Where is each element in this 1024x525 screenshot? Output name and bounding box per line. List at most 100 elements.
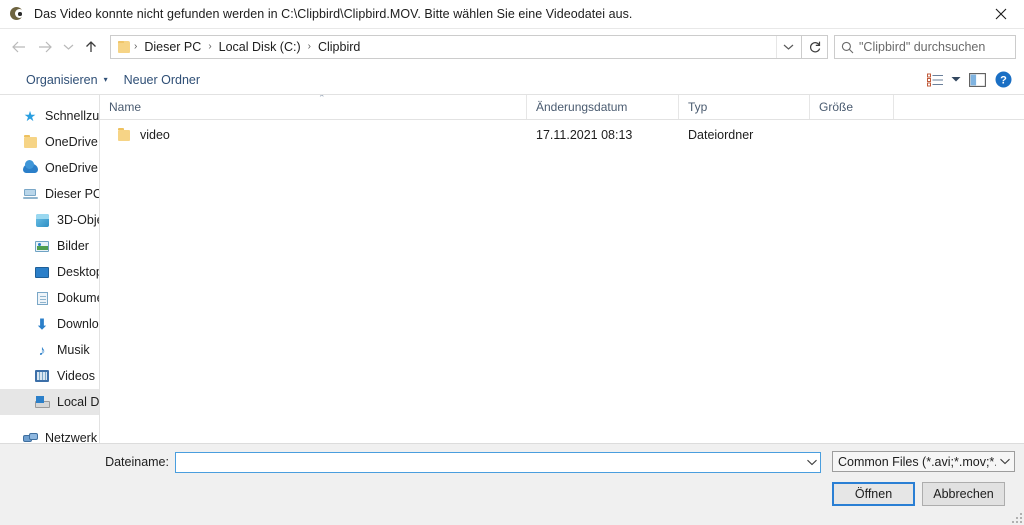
column-header-size[interactable]: Größe: [810, 95, 894, 119]
close-button[interactable]: [978, 0, 1024, 28]
filename-input[interactable]: [176, 455, 804, 469]
breadcrumb-dropdown-button[interactable]: [776, 36, 799, 58]
drive-icon: [34, 394, 50, 410]
cancel-button[interactable]: Abbrechen: [922, 482, 1005, 506]
sidebar-item-label: Downloa: [57, 317, 99, 331]
column-header-name[interactable]: Name ⌃: [100, 95, 527, 119]
sidebar-item-label: Musik: [57, 343, 90, 357]
refresh-button[interactable]: [802, 35, 828, 59]
file-type-filter-value: Common Files (*.avi;*.mov;*.mp: [838, 454, 996, 469]
back-button[interactable]: [6, 34, 32, 60]
sidebar-item-3d-objekte[interactable]: 3D-Objek: [0, 207, 99, 233]
column-header-type[interactable]: Typ: [679, 95, 810, 119]
sidebar-item-dieser-pc[interactable]: Dieser PC: [0, 181, 99, 207]
forward-button[interactable]: [32, 34, 58, 60]
music-icon: ♪: [38, 342, 46, 358]
sidebar-item-musik[interactable]: ♪ Musik: [0, 337, 99, 363]
sidebar-item-schnellzugriff[interactable]: ★ Schnellzug: [0, 103, 99, 129]
up-one-level-button[interactable]: [78, 34, 104, 60]
column-header-label: Größe: [819, 100, 854, 114]
sidebar-item-label: Local Dis: [57, 395, 99, 409]
breadcrumb-item-1[interactable]: Local Disk (C:): [213, 36, 307, 58]
sidebar-item-netzwerk[interactable]: Netzwerk: [0, 425, 99, 443]
view-options-dropdown-button[interactable]: [948, 69, 964, 91]
help-button[interactable]: ?: [990, 69, 1016, 91]
file-name-label: video: [140, 128, 170, 142]
open-button[interactable]: Öffnen: [832, 482, 915, 506]
recent-locations-button[interactable]: [58, 34, 78, 60]
navigation-sidebar: ★ Schnellzug OneDrive OneDrive - Dieser …: [0, 95, 100, 443]
sidebar-item-label: Schnellzug: [45, 109, 99, 123]
file-list-pane: Name ⌃ Änderungsdatum Typ Größe video 17…: [100, 95, 1024, 443]
network-icon: [22, 430, 38, 443]
clipbird-app-icon: [9, 6, 25, 22]
sidebar-item-label: OneDrive: [45, 135, 98, 149]
sidebar-item-onedrive[interactable]: OneDrive: [0, 129, 99, 155]
new-folder-button[interactable]: Neuer Ordner: [116, 69, 208, 91]
arrow-right-icon: [39, 41, 52, 53]
dialog-title: Das Video konnte nicht gefunden werden i…: [34, 7, 633, 21]
videos-icon: [34, 368, 50, 384]
command-toolbar: Organisieren ▾ Neuer Ordner ?: [0, 65, 1024, 95]
column-header-label: Typ: [688, 100, 708, 114]
sort-ascending-icon: ⌃: [318, 95, 326, 103]
chevron-down-icon: [783, 44, 793, 50]
sidebar-item-dokumente[interactable]: Dokumen: [0, 285, 99, 311]
file-type-cell: Dateiordner: [688, 128, 754, 142]
navigation-bar: › Dieser PC › Local Disk (C:) › Clipbird: [0, 29, 1024, 65]
breadcrumb-item-0[interactable]: Dieser PC: [138, 36, 207, 58]
file-rows: video 17.11.2021 08:13 Dateiordner: [100, 120, 1024, 443]
desktop-icon: [34, 264, 50, 280]
column-header-date[interactable]: Änderungsdatum: [527, 95, 679, 119]
arrow-up-icon: [86, 41, 96, 52]
chevron-down-icon: ▾: [103, 74, 108, 84]
sidebar-item-downloads[interactable]: ⬇ Downloa: [0, 311, 99, 337]
sidebar-item-local-disk[interactable]: Local Dis: [0, 389, 99, 415]
star-icon: ★: [23, 108, 37, 124]
cloud-icon: [22, 159, 38, 176]
column-header-label: Name: [109, 100, 142, 114]
sidebar-item-bilder[interactable]: Bilder: [0, 233, 99, 259]
folder-icon: [118, 128, 132, 141]
footer-buttons: Öffnen Abbrechen: [832, 482, 1005, 506]
breadcrumb-item-2[interactable]: Clipbird: [312, 36, 366, 58]
sidebar-item-videos[interactable]: Videos: [0, 363, 99, 389]
sidebar-item-onedrive-account[interactable]: OneDrive -: [0, 155, 99, 181]
filename-dropdown-button[interactable]: [804, 453, 820, 472]
filename-label: Dateiname:: [105, 455, 169, 469]
view-options-button[interactable]: [922, 69, 948, 91]
column-header-label: Änderungsdatum: [536, 100, 628, 114]
file-type-filter-select[interactable]: Common Files (*.avi;*.mov;*.mp: [832, 451, 1015, 472]
help-icon: ?: [995, 71, 1011, 88]
sidebar-item-desktop[interactable]: Desktop: [0, 259, 99, 285]
organize-label: Organisieren: [26, 72, 98, 87]
new-folder-label: Neuer Ordner: [123, 72, 201, 87]
sidebar-item-label: OneDrive -: [45, 161, 99, 175]
sidebar-item-label: Bilder: [57, 239, 89, 253]
view-list-icon: [926, 73, 943, 86]
search-box[interactable]: [834, 35, 1016, 59]
pictures-icon: [34, 238, 50, 254]
table-row[interactable]: video 17.11.2021 08:13 Dateiordner: [100, 124, 1024, 146]
preview-pane-button[interactable]: [964, 69, 990, 91]
dialog-body: ★ Schnellzug OneDrive OneDrive - Dieser …: [0, 95, 1024, 443]
arrow-left-icon: [12, 41, 25, 53]
breadcrumb[interactable]: › Dieser PC › Local Disk (C:) › Clipbird: [110, 35, 802, 59]
organize-button[interactable]: Organisieren ▾: [18, 69, 116, 91]
resize-grip[interactable]: [1010, 511, 1022, 523]
computer-icon: [22, 186, 38, 202]
downloads-icon: ⬇: [36, 316, 48, 332]
filename-field-wrapper[interactable]: [175, 451, 821, 473]
search-icon: [835, 36, 859, 58]
sidebar-item-label: Desktop: [57, 265, 99, 279]
file-date-cell: 17.11.2021 08:13: [536, 128, 633, 142]
3d-objects-icon: [34, 212, 50, 228]
chevron-down-icon: [807, 459, 817, 465]
folder-icon: [22, 134, 38, 150]
svg-text:?: ?: [1000, 75, 1007, 87]
column-header-filler: [894, 95, 1024, 119]
title-bar: Das Video konnte nicht gefunden werden i…: [0, 0, 1024, 29]
sidebar-item-label: Videos: [57, 369, 95, 383]
search-input[interactable]: [859, 40, 1015, 54]
